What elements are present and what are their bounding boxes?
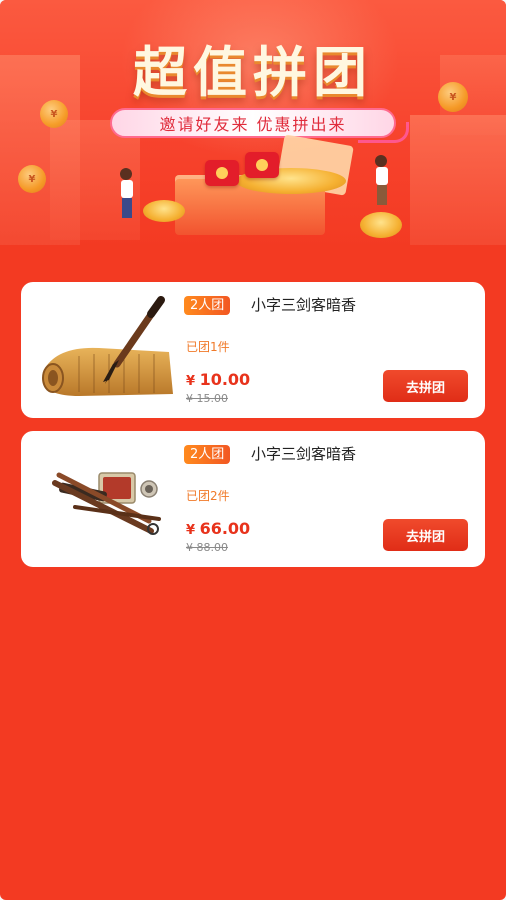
product-name: 小字三剑客暗香 — [251, 445, 357, 463]
join-group-button[interactable]: 去拼团 — [383, 519, 468, 551]
banner-slogan: 邀请好友来 优惠拼出来 — [110, 108, 396, 138]
red-envelope-icon — [205, 160, 239, 186]
product-name: 小字三剑客暗香 — [251, 296, 357, 314]
currency-symbol: ¥ — [186, 374, 196, 389]
original-price: ¥ 88.00 — [186, 541, 228, 554]
product-card[interactable]: 2人团 小字三剑客暗香 已团1件 ¥ 10.00 ¥ 15.00 去拼团 — [21, 282, 485, 418]
original-price: ¥ 15.00 — [186, 392, 228, 405]
joined-count: 已团1件 — [186, 340, 230, 354]
brush-set-with-seal-icon — [52, 472, 161, 535]
group-price: ¥ 66.00 — [186, 519, 250, 538]
joined-count: 已团2件 — [186, 489, 230, 503]
currency-symbol: ¥ — [186, 523, 196, 538]
group-size-badge: 2人团 — [184, 296, 231, 315]
group-price: ¥ 10.00 — [186, 370, 250, 389]
page-title: 超值拼团 — [133, 41, 373, 104]
calligraphy-brush-scroll-icon — [42, 296, 173, 396]
product-card[interactable]: 2人团 小字三剑客暗香 已团2件 ¥ 66.00 ¥ 88.00 去拼团 — [21, 431, 485, 567]
coin-stack-icon — [360, 212, 402, 238]
group-size-badge: 2人团 — [184, 445, 231, 464]
group-buy-page: ¥ ¥ ¥ 超值拼团 邀请好友来 优惠拼出来 2人团 小字三剑客暗香 已团1件 … — [0, 0, 506, 900]
coin-stack-icon — [143, 200, 185, 222]
price-amount: 66.00 — [199, 519, 251, 538]
join-group-button[interactable]: 去拼团 — [383, 370, 468, 402]
person-illustration — [120, 168, 133, 218]
coin-icon: ¥ — [18, 165, 46, 193]
red-envelope-icon — [245, 152, 279, 178]
person-illustration — [375, 155, 388, 205]
price-amount: 10.00 — [199, 370, 251, 389]
promo-banner: ¥ ¥ ¥ 超值拼团 邀请好友来 优惠拼出来 — [0, 0, 506, 250]
building-decoration — [410, 115, 506, 245]
